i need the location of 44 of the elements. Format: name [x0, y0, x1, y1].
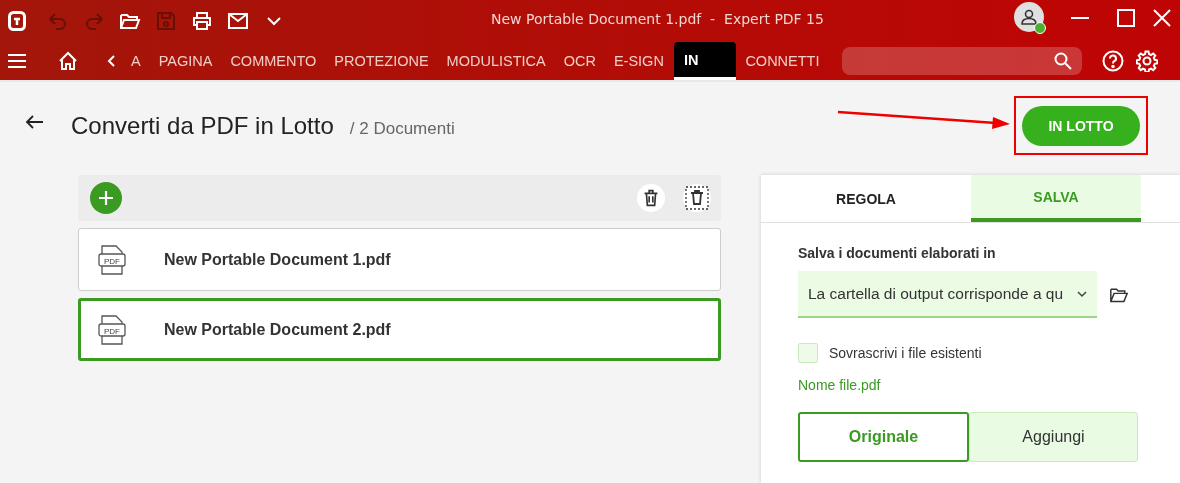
close-icon[interactable]: [1152, 8, 1172, 28]
home-icon[interactable]: [58, 51, 78, 71]
search-field[interactable]: [842, 47, 1083, 75]
ribbon-tab[interactable]: COMMENTO: [221, 42, 326, 80]
batch-button[interactable]: IN LOTTO: [1022, 106, 1140, 146]
document-count: / 2 Documenti: [349, 119, 455, 139]
output-folder-dropdown[interactable]: La cartella di output corrisponde a qu: [798, 271, 1097, 318]
panel-tab[interactable]: SALVA: [971, 175, 1141, 222]
overwrite-checkbox[interactable]: [798, 343, 818, 363]
person-icon: [1020, 8, 1038, 26]
back-arrow-icon[interactable]: [25, 114, 45, 130]
ribbon-tab[interactable]: OCR: [554, 42, 605, 80]
app-logo-icon: [8, 11, 26, 31]
add-icon[interactable]: [90, 182, 122, 214]
ribbon-tab[interactable]: IN: [673, 42, 737, 80]
panel-tab[interactable]: REGOLA: [761, 175, 971, 222]
menu-icon[interactable]: [8, 53, 26, 69]
ribbon-tab[interactable]: MODULISTICA: [437, 42, 555, 80]
document-row[interactable]: PDF New Portable Document 1.pdf: [78, 228, 721, 291]
filename-link[interactable]: Nome file.pdf: [798, 377, 881, 393]
chevron-left-icon[interactable]: [106, 54, 118, 68]
maximize-icon[interactable]: [1116, 8, 1136, 28]
document-name: New Portable Document 2.pdf: [164, 320, 391, 339]
settings-icon[interactable]: [1136, 50, 1159, 72]
help-icon[interactable]: [1102, 50, 1125, 72]
trash-icon[interactable]: [637, 184, 665, 212]
document-name: New Portable Document 1.pdf: [164, 250, 391, 269]
window-title: New Portable Document 1.pdf - Expert PDF 15: [491, 11, 824, 27]
ribbon-tab[interactable]: PROTEZIONE: [325, 42, 438, 80]
mode-option[interactable]: Aggiungi: [969, 412, 1138, 462]
mode-option[interactable]: Originale: [798, 412, 969, 462]
field-label: Salva i documenti elaborati in: [798, 245, 997, 261]
checkbox-label: Sovrascrivi i file esistenti: [829, 345, 982, 361]
document-row[interactable]: PDF New Portable Document 2.pdf: [78, 298, 721, 361]
ribbon-tab[interactable]: PAGINA: [149, 42, 222, 80]
trash-selection-icon[interactable]: [683, 184, 711, 212]
ribbon-tab[interactable]: CONNETTI: [736, 42, 829, 80]
printer-icon[interactable]: [190, 9, 214, 33]
user-avatar[interactable]: [1014, 2, 1044, 32]
ribbon-tab[interactable]: A: [122, 42, 150, 80]
page-title: Converti da PDF in Lotto: [71, 112, 334, 140]
search-icon: [1054, 52, 1073, 70]
chevron-down-icon: [1077, 289, 1087, 298]
ribbon-tab[interactable]: E-SIGN: [604, 42, 673, 80]
